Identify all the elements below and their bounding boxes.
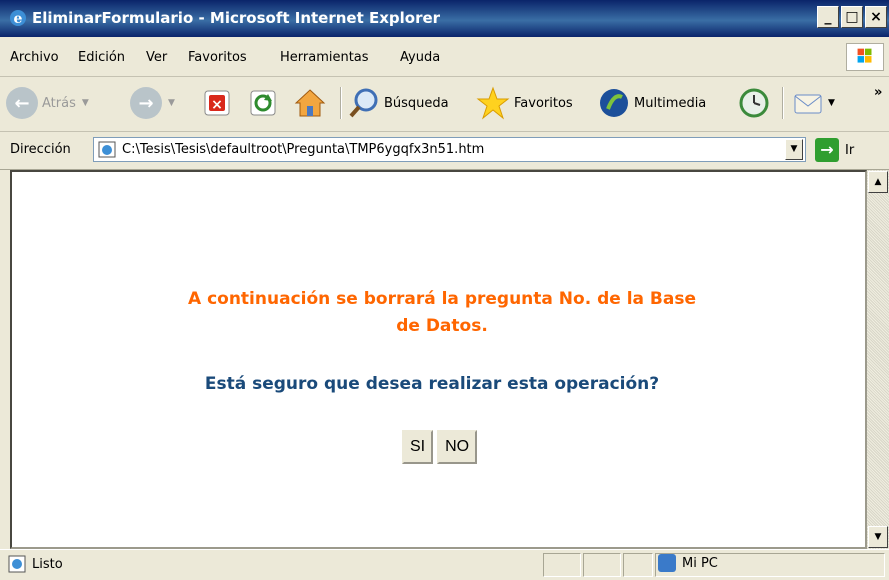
vertical-scrollbar[interactable]: ▲ ▼ [867,170,889,549]
go-arrow-icon: → [815,138,839,162]
mail-button[interactable]: ▼ [792,83,835,123]
status-pane [623,553,653,577]
mail-dropdown-icon: ▼ [828,98,835,108]
window-title: EliminarFormulario - Microsoft Internet … [32,9,441,27]
mail-icon [794,94,822,114]
media-icon [600,89,628,117]
star-icon [476,86,510,120]
search-button[interactable]: Búsqueda [348,83,449,123]
security-zone: Mi PC [658,554,718,572]
yes-button[interactable]: SI [402,430,434,464]
menu-archivo[interactable]: Archivo [10,50,59,65]
toolbar-separator [782,87,784,119]
close-button[interactable]: × [865,6,887,28]
menu-ayuda[interactable]: Ayuda [400,50,440,65]
stop-button[interactable]: × [204,83,230,123]
ie-logo-icon: e [10,10,26,27]
toolbar-separator [340,87,342,119]
search-icon [349,88,378,118]
no-button[interactable]: NO [437,430,478,464]
title-bar: e EliminarFormulario - Microsoft Interne… [0,0,889,37]
address-value: C:\Tesis\Tesis\defaultroot\Pregunta\TMP6… [122,142,485,157]
menu-edicion[interactable]: Edición [78,50,125,65]
status-pane [583,553,621,577]
scroll-down-icon[interactable]: ▼ [868,526,888,548]
confirm-buttons: SI NO [402,430,478,464]
forward-dropdown-icon: ▼ [168,98,175,108]
menu-herramientas[interactable]: Herramientas [280,50,369,65]
home-icon [294,89,326,117]
media-label: Multimedia [634,95,707,111]
minimize-button[interactable]: _ [817,6,839,28]
windows-flag-icon [846,43,884,71]
delete-message-line1: A continuación se borrará la pregunta No… [188,289,696,309]
back-button[interactable]: ← Atrás ▼ [6,83,89,123]
page-status-icon [8,555,26,573]
status-bar: Listo Mi PC [0,549,889,580]
history-button[interactable] [738,83,770,123]
favorites-button[interactable]: Favoritos [476,83,573,123]
go-label: Ir [845,142,855,158]
home-button[interactable] [294,83,326,123]
history-icon [739,88,769,118]
search-label: Búsqueda [384,95,449,111]
page-content: A continuación se borrará la pregunta No… [10,170,867,549]
media-button[interactable]: Multimedia [598,83,706,123]
toolbar-more-icon[interactable]: » [874,85,882,100]
address-dropdown-icon[interactable]: ▼ [785,139,803,160]
maximize-button[interactable]: □ [841,6,863,28]
menu-ver[interactable]: Ver [146,50,167,65]
forward-arrow-icon: → [130,87,162,119]
forward-button[interactable]: → ▼ [130,83,175,123]
status-pane [543,553,581,577]
status-text: Listo [32,557,63,572]
address-bar: Dirección C:\Tesis\Tesis\defaultroot\Pre… [0,132,889,170]
go-button[interactable]: → Ir [815,138,854,162]
stop-icon: × [204,90,230,116]
scroll-up-icon[interactable]: ▲ [868,171,888,193]
back-label: Atrás [42,95,76,111]
window-controls: _ □ × [817,6,887,28]
refresh-icon [250,90,276,116]
back-arrow-icon: ← [6,87,38,119]
delete-message-line2: de Datos. [396,316,488,336]
svg-text:×: × [211,97,223,113]
confirm-question: Está seguro que desea realizar esta oper… [204,374,660,394]
delete-message: A continuación se borrará la pregunta No… [152,286,732,340]
zone-label: Mi PC [682,555,718,571]
back-dropdown-icon: ▼ [81,98,89,108]
svg-text:e: e [14,11,23,27]
address-input[interactable]: C:\Tesis\Tesis\defaultroot\Pregunta\TMP6… [93,137,806,162]
favorites-label: Favoritos [514,95,573,111]
menu-favoritos[interactable]: Favoritos [188,50,247,65]
refresh-button[interactable] [250,83,276,123]
page-icon [98,141,116,158]
toolbar: ← Atrás ▼ → ▼ × Búsqueda Favoritos Multi… [0,77,889,132]
menu-bar: Archivo Edición Ver Favoritos Herramient… [0,37,889,77]
address-label: Dirección [10,142,71,157]
computer-icon [658,554,676,572]
